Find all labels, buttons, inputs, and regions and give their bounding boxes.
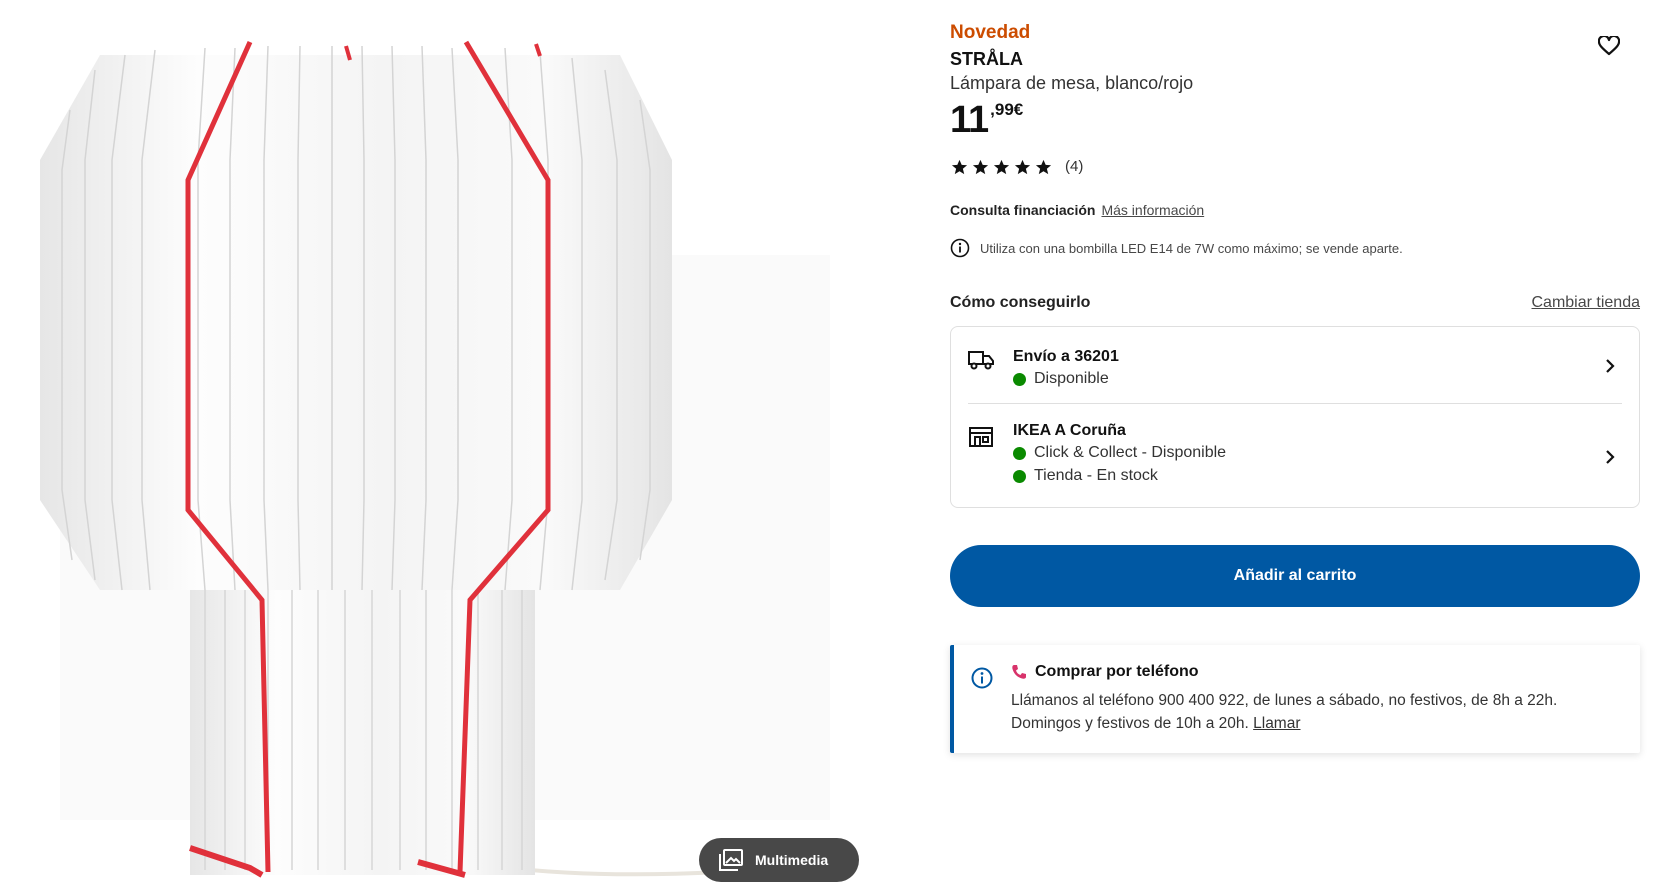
add-to-cart-button[interactable]: Añadir al carrito: [950, 545, 1640, 607]
phone-text: Llámanos al teléfono 900 400 922, de lun…: [1011, 689, 1621, 735]
new-badge: Novedad: [950, 22, 1031, 43]
product-image-area: Multimedia: [0, 0, 870, 885]
change-store-link[interactable]: Cambiar tienda: [1532, 294, 1641, 312]
phone-purchase-card: Comprar por teléfono Llámanos al teléfon…: [950, 645, 1640, 753]
product-name: STRÅLA: [950, 49, 1023, 69]
delivery-option[interactable]: Envío a 36201 Disponible: [968, 327, 1622, 404]
available-dot: [1013, 469, 1026, 483]
star-icon: [993, 159, 1010, 174]
available-dot: [1013, 446, 1026, 460]
truck-icon: [968, 351, 994, 370]
more-info-link[interactable]: Más información: [1101, 202, 1204, 218]
in-store-status: Tienda - En stock: [1013, 467, 1226, 485]
bulb-note: Utiliza con una bombilla LED E14 de 7W c…: [950, 238, 1403, 258]
price-integer: 11: [950, 99, 989, 141]
chevron-right-icon: [1606, 450, 1615, 464]
multimedia-label: Multimedia: [755, 852, 829, 868]
gallery-icon: [719, 849, 743, 871]
info-icon: [950, 238, 970, 258]
store-icon: [969, 427, 993, 447]
star-icon: [972, 159, 989, 174]
delivery-status: Disponible: [1013, 370, 1119, 388]
phone-title: Comprar por teléfono: [1011, 663, 1199, 681]
delivery-text: Envío a 36201 Disponible: [1013, 348, 1119, 393]
star-icon: [951, 159, 968, 174]
phone-icon: [1012, 665, 1026, 679]
store-text: IKEA A Coruña Click & Collect - Disponib…: [1013, 422, 1226, 490]
price-decimal: ,99€: [990, 100, 1024, 119]
star-icon: [1014, 159, 1031, 174]
financing: Consulta financiación Más información: [950, 202, 1204, 218]
product-info: Novedad STRÅLA Lámpara de mesa, blanco/r…: [950, 0, 1640, 885]
product-description: Lámpara de mesa, blanco/rojo: [950, 73, 1194, 93]
financing-label: Consulta financiación: [950, 202, 1096, 218]
availability-title: Cómo conseguirlo: [950, 294, 1091, 311]
store-option[interactable]: IKEA A Coruña Click & Collect - Disponib…: [968, 404, 1622, 508]
rating-count: (4): [1065, 158, 1084, 175]
heart-icon: [1598, 36, 1620, 56]
in-store-text: Tienda - En stock: [1034, 467, 1158, 484]
info-icon: [971, 667, 993, 689]
delivery-title: Envío a 36201: [1013, 348, 1119, 365]
rating[interactable]: (4): [950, 158, 1083, 175]
phone-title-text: Comprar por teléfono: [1035, 663, 1199, 680]
store-title: IKEA A Coruña: [1013, 422, 1126, 439]
delivery-status-text: Disponible: [1034, 370, 1109, 387]
availability-box: Envío a 36201 Disponible IKEA A Coruña C…: [950, 326, 1640, 508]
lamp-image[interactable]: [0, 0, 870, 885]
click-collect-text: Click & Collect - Disponible: [1034, 444, 1227, 461]
click-collect-status: Click & Collect - Disponible: [1013, 444, 1226, 462]
star-icon: [1035, 159, 1052, 174]
available-dot: [1013, 372, 1026, 386]
bulb-note-text: Utiliza con una bombilla LED E14 de 7W c…: [980, 240, 1403, 256]
chevron-right-icon: [1606, 359, 1615, 373]
price: 11 ,99€: [950, 98, 1023, 142]
favorite-button[interactable]: [1595, 32, 1623, 60]
multimedia-button[interactable]: Multimedia: [699, 838, 859, 882]
call-link[interactable]: Llamar: [1253, 715, 1300, 732]
